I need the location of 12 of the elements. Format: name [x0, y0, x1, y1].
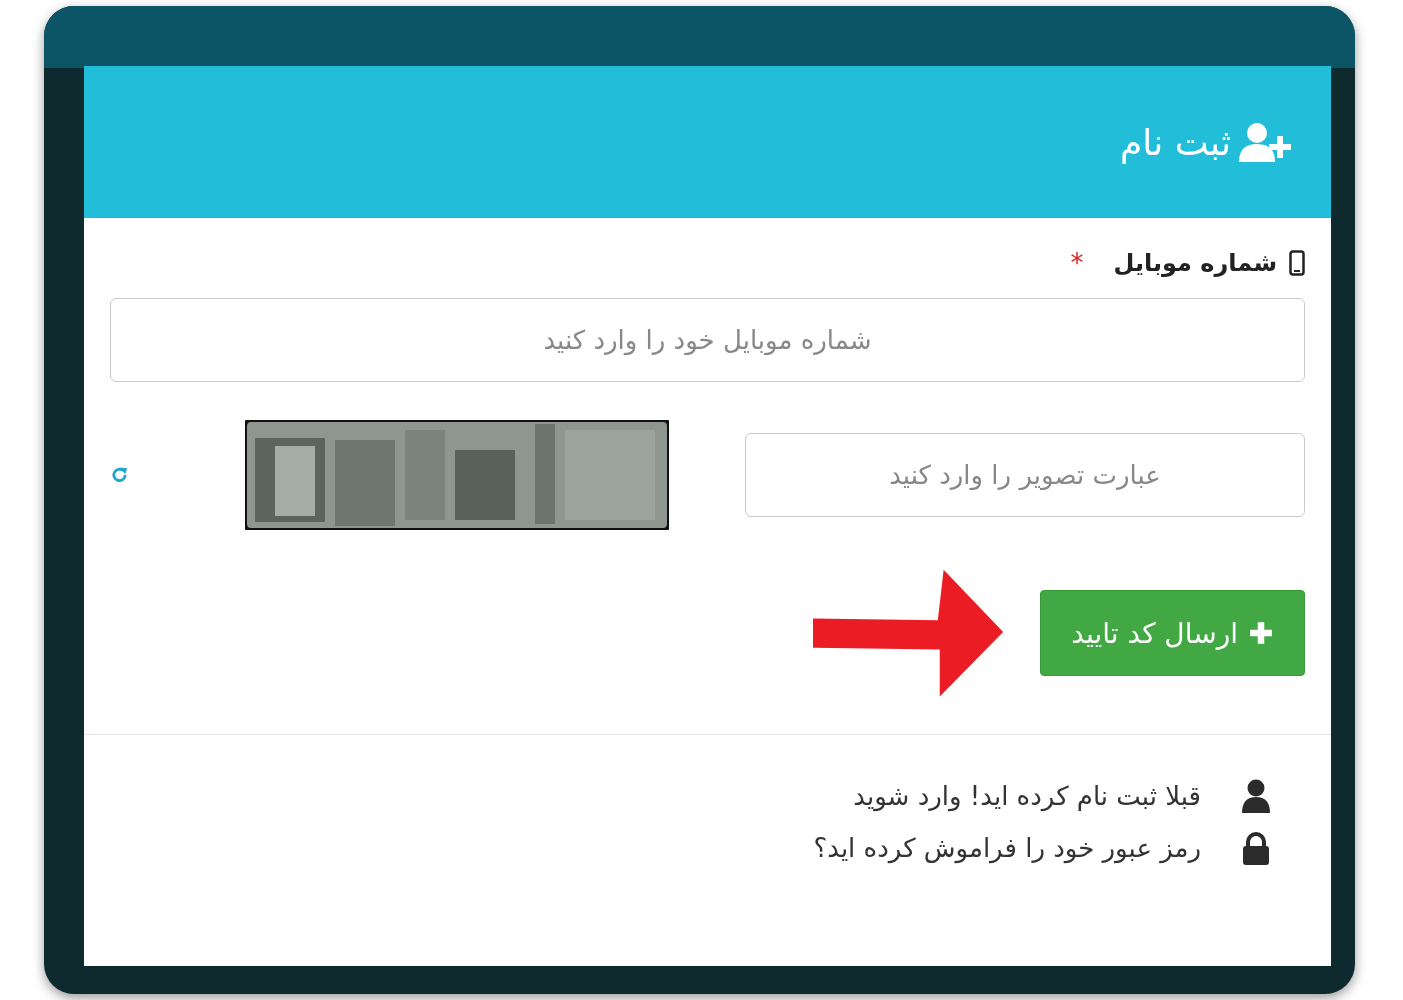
lock-icon: [1241, 831, 1271, 865]
plus-icon: [1248, 620, 1274, 646]
field-label: شماره موبایل: [1113, 249, 1277, 277]
account-link[interactable]: قبلا ثبت نام کرده اید! وارد شوید: [853, 781, 1201, 811]
user-icon: [1241, 779, 1271, 813]
required-mark: *: [1070, 248, 1084, 278]
mobile-phone-icon: [1289, 250, 1305, 276]
mobile-input-field[interactable]: شماره موبایل خود را وارد کنید: [110, 298, 1305, 382]
dialog-title: ثبت نام: [1120, 121, 1231, 163]
add-user-icon: [1237, 122, 1293, 162]
account-link[interactable]: رمز عبور خود را فراموش کرده اید؟: [813, 833, 1201, 863]
captcha-input-field[interactable]: عبارت تصویر را وارد کنید: [745, 433, 1305, 517]
